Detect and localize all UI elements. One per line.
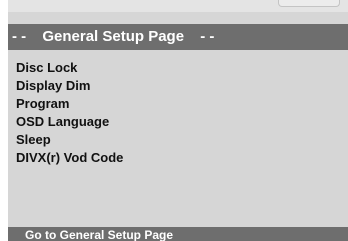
tab-edge xyxy=(278,0,340,7)
top-strip xyxy=(8,0,348,12)
title-suffix-dashes: - - xyxy=(200,28,215,45)
menu-item-disc-lock[interactable]: Disc Lock xyxy=(8,59,348,77)
page-title-bar: - - General Setup Page - - xyxy=(8,24,348,50)
setup-menu-list: Disc Lock Display Dim Program OSD Langua… xyxy=(8,59,348,167)
menu-item-display-dim[interactable]: Display Dim xyxy=(8,77,348,95)
menu-item-program[interactable]: Program xyxy=(8,95,348,113)
title-prefix-dashes: - - xyxy=(12,28,27,45)
menu-item-divx-vod-code[interactable]: DIVX(r) Vod Code xyxy=(8,149,348,167)
status-bar: Go to General Setup Page xyxy=(8,227,348,241)
status-text: Go to General Setup Page xyxy=(25,228,174,241)
page-title: General Setup Page xyxy=(42,28,185,45)
menu-item-sleep[interactable]: Sleep xyxy=(8,131,348,149)
menu-item-osd-language[interactable]: OSD Language xyxy=(8,113,348,131)
setup-menu-screen: - - General Setup Page - - Disc Lock Dis… xyxy=(8,0,348,241)
